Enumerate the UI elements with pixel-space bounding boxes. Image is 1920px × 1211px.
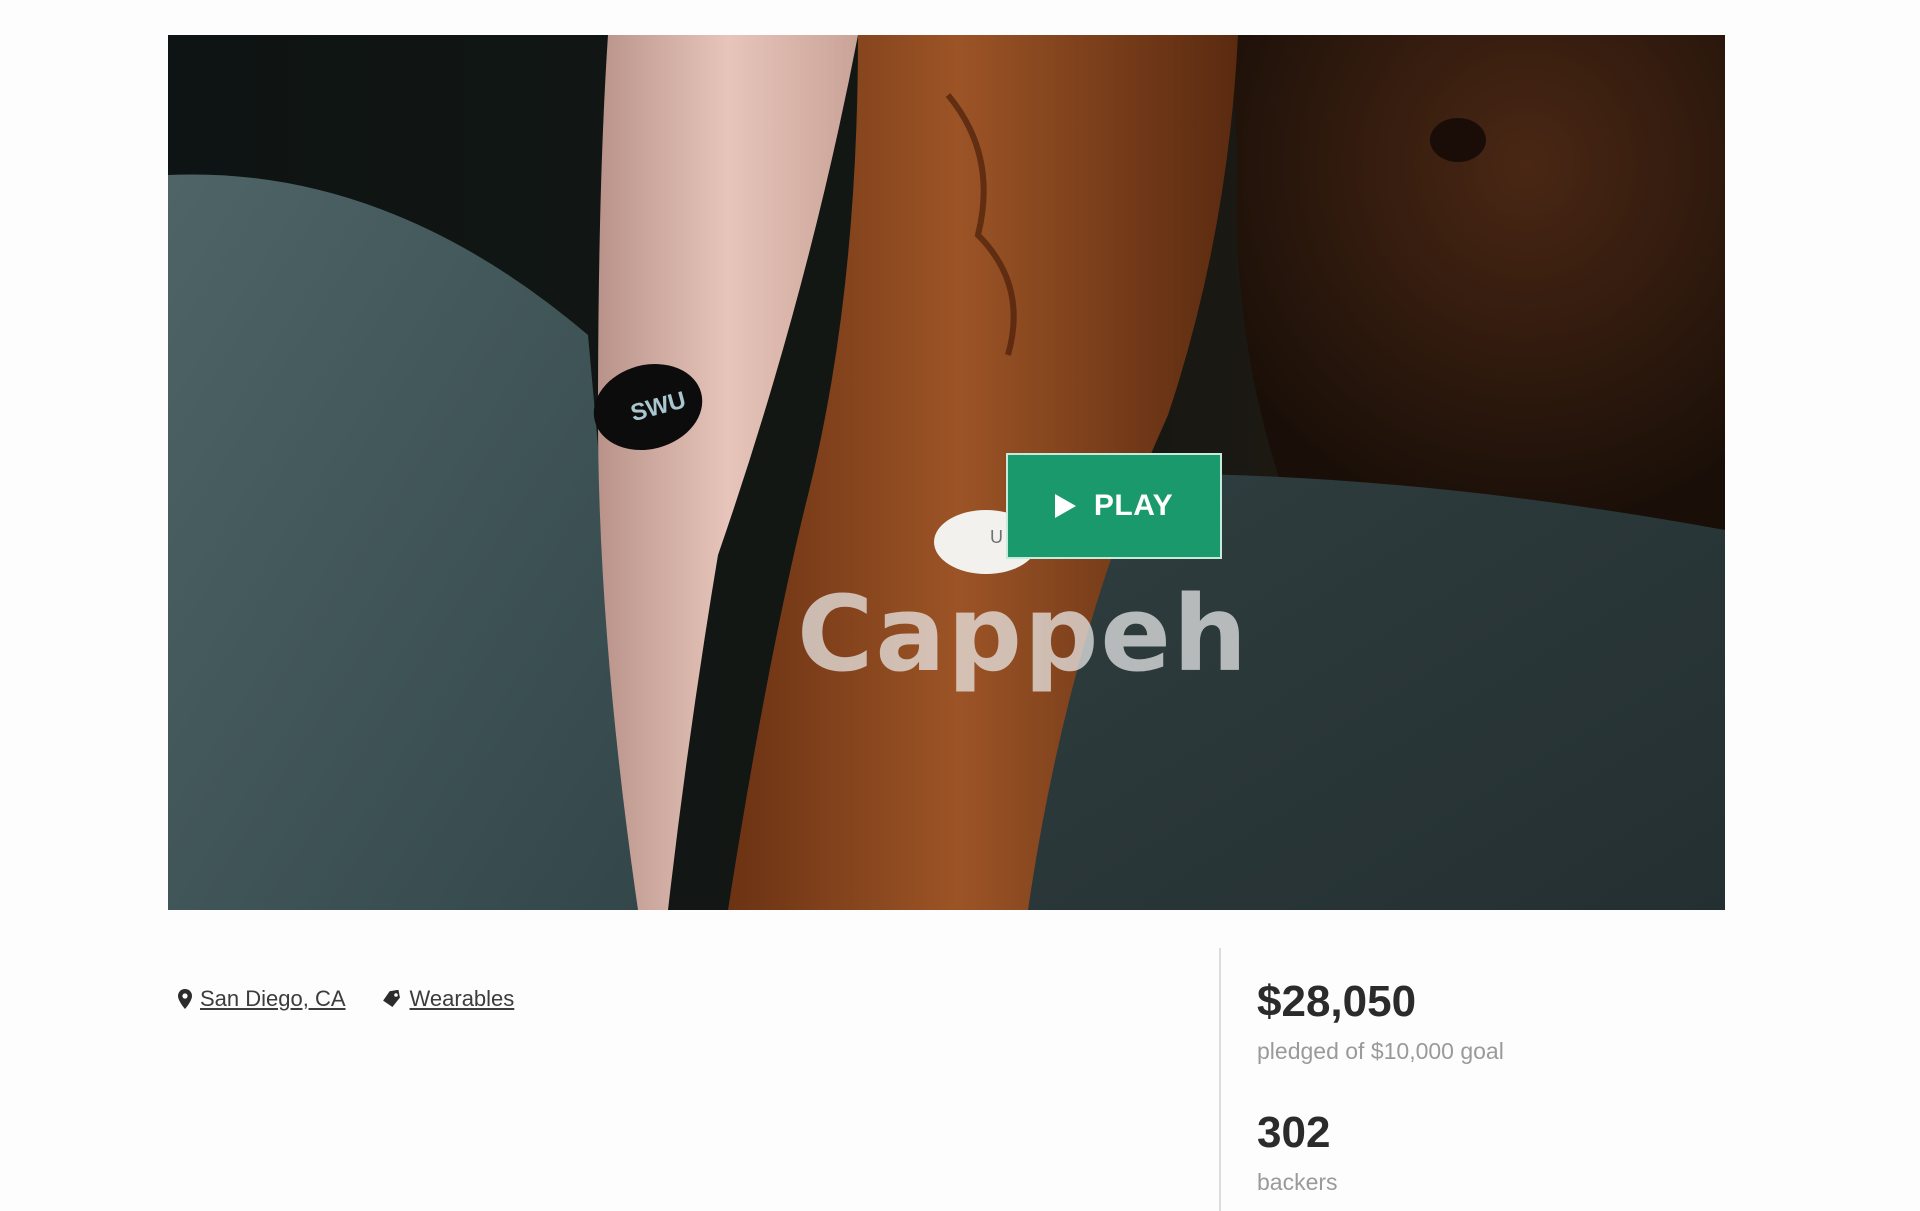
location-link[interactable]: San Diego, CA — [178, 986, 346, 1012]
pledged-caption: pledged of $10,000 goal — [1257, 1038, 1504, 1064]
category-text[interactable]: Wearables — [410, 986, 515, 1012]
location-text[interactable]: San Diego, CA — [200, 986, 346, 1012]
backers-stat: 302 backers — [1257, 1111, 1504, 1196]
device-label-partial: U — [990, 527, 1003, 547]
category-link[interactable]: Wearables — [382, 986, 515, 1012]
tag-icon — [382, 990, 402, 1008]
backers-caption: backers — [1257, 1169, 1338, 1195]
play-icon — [1054, 494, 1076, 518]
map-pin-icon — [178, 989, 192, 1009]
stats-divider — [1219, 948, 1221, 1211]
watermark-text: Cappeh — [797, 573, 1249, 695]
video-thumbnail: SWU U — [168, 35, 1725, 910]
project-video[interactable]: SWU U PLAY Cappeh — [168, 35, 1725, 910]
pledged-stat: $28,050 pledged of $10,000 goal — [1257, 980, 1504, 1065]
funding-stats: $28,050 pledged of $10,000 goal 302 back… — [1257, 980, 1504, 1196]
pledged-amount: $28,050 — [1257, 977, 1417, 1026]
project-meta: San Diego, CA Wearables — [178, 986, 514, 1012]
play-label: PLAY — [1093, 489, 1174, 522]
play-button[interactable]: PLAY — [1006, 453, 1222, 559]
backers-count: 302 — [1257, 1108, 1331, 1157]
